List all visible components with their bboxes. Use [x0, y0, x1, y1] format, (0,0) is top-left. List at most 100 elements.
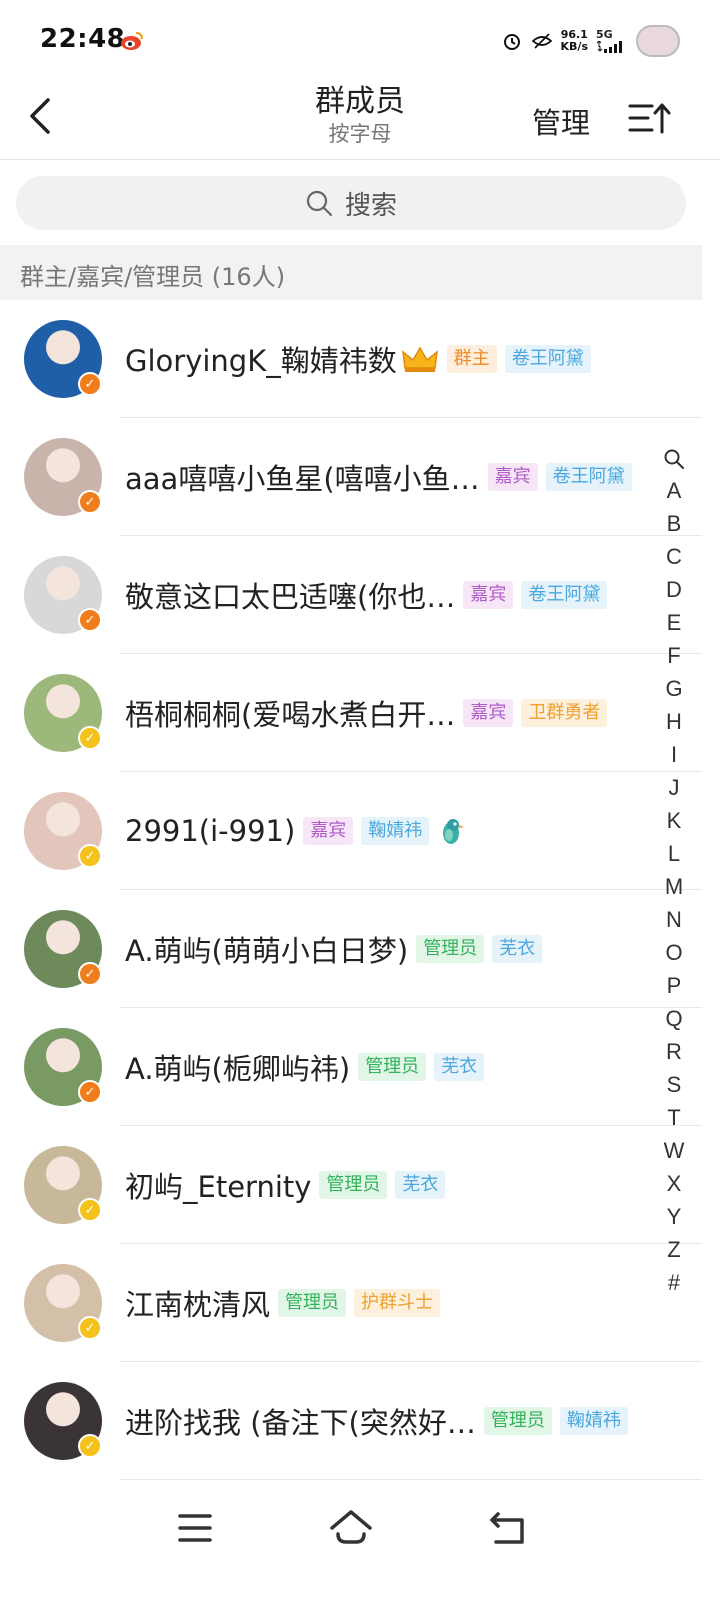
member-name: 初屿_Eternity [125, 1170, 312, 1204]
network-label: 5G [596, 28, 613, 41]
member-info: 进阶找我 (备注下(突然好… 管理员 鞠婧祎 [125, 1362, 628, 1480]
index-letter[interactable]: J [669, 771, 680, 804]
sort-mode-label: 按字母 [328, 122, 392, 146]
member-row[interactable]: ✓ 梧桐桐桐(爱喝水煮白开… 嘉宾 卫群勇者 [0, 654, 702, 772]
home-icon[interactable] [326, 1506, 376, 1550]
bird-icon [443, 819, 465, 844]
back-nav-icon[interactable] [484, 1506, 534, 1550]
member-tag: 卷王阿黛 [504, 345, 591, 373]
title-block: 群成员 按字母 [260, 84, 460, 148]
member-tag: 卫群勇者 [521, 699, 608, 727]
member-list: ✓ GloryingK_鞠婧祎数 群主 卷王阿黛 ✓ aaa嘻嘻小鱼星(嘻嘻小鱼… 嘉宾 卷王… [0, 300, 702, 1480]
status-icons: 96.1 KB/s 5G [501, 24, 680, 58]
index-letter[interactable]: Y [667, 1200, 682, 1233]
index-letter[interactable]: Q [665, 1002, 682, 1035]
index-letter[interactable]: O [665, 936, 682, 969]
system-nav-bar [0, 1488, 720, 1608]
member-row[interactable]: ✓ aaa嘻嘻小鱼星(嘻嘻小鱼… 嘉宾 卷王阿黛 [0, 418, 702, 536]
eye-off-icon [531, 33, 552, 49]
index-letter[interactable]: K [667, 804, 682, 837]
signal-icon [596, 41, 622, 53]
member-name: A.萌屿(栀卿屿祎) [125, 1052, 351, 1086]
member-row[interactable]: ✓ 进阶找我 (备注下(突然好… 管理员 鞠婧祎 [0, 1362, 702, 1480]
index-letter[interactable]: I [671, 738, 677, 771]
member-tag: 护群斗士 [354, 1289, 441, 1317]
manage-button[interactable]: 管理 [532, 100, 590, 142]
index-letter[interactable]: P [667, 969, 682, 1002]
index-letter[interactable]: H [666, 705, 682, 738]
member-info: 初屿_Eternity 管理员 芜衣 [125, 1126, 446, 1244]
index-letter[interactable]: T [667, 1101, 680, 1134]
section-label: 群主/嘉宾/管理员 (16人) [20, 263, 286, 291]
verified-badge-icon: ✓ [78, 490, 102, 514]
member-tag: 嘉宾 [463, 581, 514, 609]
index-letter[interactable]: S [667, 1068, 682, 1101]
index-letter[interactable]: L [668, 837, 680, 870]
index-letter[interactable]: G [665, 672, 682, 705]
index-letter[interactable]: R [666, 1035, 682, 1068]
index-letter[interactable]: C [666, 540, 682, 573]
menu-icon[interactable] [170, 1506, 220, 1550]
network-type: 5G [596, 29, 622, 53]
member-row[interactable]: ✓ A.萌屿(萌萌小白日梦) 管理员 芜衣 [0, 890, 702, 1008]
member-name: 梧桐桐桐(爱喝水煮白开… [125, 698, 456, 732]
index-letter[interactable]: B [667, 507, 682, 540]
alphabet-index[interactable]: A B C D E F G H I J K L M N O P Q R S T W X Y Z # [660, 448, 688, 1299]
member-tag: 管理员 [358, 1053, 427, 1081]
index-letter[interactable]: M [665, 870, 683, 903]
verified-badge-icon: ✓ [78, 372, 102, 396]
back-icon[interactable] [22, 94, 62, 138]
member-info: 梧桐桐桐(爱喝水煮白开… 嘉宾 卫群勇者 [125, 654, 608, 772]
verified-badge-icon: ✓ [78, 844, 102, 868]
index-letter[interactable]: X [667, 1167, 682, 1200]
verified-badge-icon: ✓ [78, 1434, 102, 1458]
sort-icon[interactable] [626, 100, 672, 136]
index-letter[interactable]: E [667, 606, 682, 639]
member-info: 2991(i-991) 嘉宾 鞠婧祎 [125, 772, 465, 890]
crown-icon [401, 346, 438, 372]
member-tag: 卷王阿黛 [521, 581, 608, 609]
section-header: 群主/嘉宾/管理员 (16人) [0, 245, 702, 300]
member-tag: 鞠婧祎 [559, 1407, 628, 1435]
net-speed: 96.1 KB/s [561, 29, 588, 53]
member-tag: 管理员 [483, 1407, 552, 1435]
member-info: GloryingK_鞠婧祎数 群主 卷王阿黛 [125, 300, 591, 418]
member-row[interactable]: ✓ 敬意这口太巴适噻(你也… 嘉宾 卷王阿黛 [0, 536, 702, 654]
member-name: 2991(i-991) [125, 814, 296, 848]
profile-icon [636, 25, 680, 57]
verified-badge-icon: ✓ [78, 1316, 102, 1340]
verified-badge-icon: ✓ [78, 1080, 102, 1104]
member-row[interactable]: ✓ GloryingK_鞠婧祎数 群主 卷王阿黛 [0, 300, 702, 418]
index-search-icon[interactable] [663, 448, 685, 472]
search-placeholder: 搜索 [344, 190, 397, 221]
member-tag: 管理员 [416, 935, 485, 963]
index-letter[interactable]: D [666, 573, 682, 606]
app-header: 群成员 按字母 管理 [0, 80, 720, 160]
member-tag: 鞠婧祎 [361, 817, 430, 845]
verified-badge-icon: ✓ [78, 726, 102, 750]
verified-badge-icon: ✓ [78, 608, 102, 632]
member-tag: 芜衣 [434, 1053, 485, 1081]
member-row[interactable]: ✓ 初屿_Eternity 管理员 芜衣 [0, 1126, 702, 1244]
member-name: aaa嘻嘻小鱼星(嘻嘻小鱼… [125, 462, 480, 496]
index-letter[interactable]: A [667, 474, 682, 507]
index-letter[interactable]: # [668, 1266, 680, 1299]
index-letter[interactable]: W [664, 1134, 685, 1167]
index-letter[interactable]: N [666, 903, 682, 936]
member-row[interactable]: ✓ A.萌屿(栀卿屿祎) 管理员 芜衣 [0, 1008, 702, 1126]
index-letter[interactable]: Z [667, 1233, 680, 1266]
member-info: 江南枕清风 管理员 护群斗士 [125, 1244, 441, 1362]
verified-badge-icon: ✓ [78, 1198, 102, 1222]
member-row[interactable]: ✓ 2991(i-991) 嘉宾 鞠婧祎 [0, 772, 702, 890]
search-bar[interactable]: 搜索 [16, 176, 686, 230]
index-letter[interactable]: F [667, 639, 680, 672]
member-tag: 卷王阿黛 [545, 463, 632, 491]
alarm-icon [503, 34, 520, 50]
member-info: A.萌屿(萌萌小白日梦) 管理员 芜衣 [125, 890, 543, 1008]
net-speed-unit: KB/s [560, 40, 588, 53]
member-tag: 嘉宾 [487, 463, 538, 491]
search-icon [306, 190, 333, 217]
member-row[interactable]: ✓ 江南枕清风 管理员 护群斗士 [0, 1244, 702, 1362]
member-name: 进阶找我 (备注下(突然好… [125, 1406, 476, 1440]
member-info: A.萌屿(栀卿屿祎) 管理员 芜衣 [125, 1008, 485, 1126]
